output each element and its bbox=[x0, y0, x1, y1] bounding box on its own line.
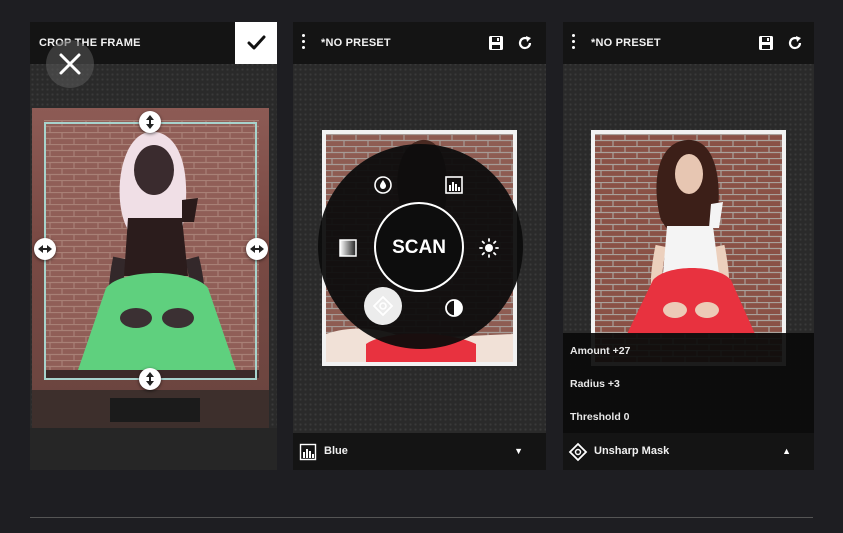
crop-screen: CROP THE FRAME bbox=[30, 22, 277, 470]
crop-bottom-area bbox=[30, 428, 277, 470]
chevron-down-icon[interactable]: ▼ bbox=[514, 446, 523, 456]
crop-frame[interactable] bbox=[44, 122, 257, 380]
check-icon bbox=[247, 35, 266, 50]
preset-title[interactable]: *NO PRESET bbox=[591, 37, 661, 49]
crop-handle-top[interactable] bbox=[139, 111, 161, 133]
refresh-icon[interactable] bbox=[786, 34, 804, 52]
contrast-icon[interactable] bbox=[443, 297, 465, 319]
more-vert-icon[interactable] bbox=[572, 34, 576, 52]
radial-tool-menu: SCAN bbox=[318, 144, 523, 349]
tool-label: Unsharp Mask bbox=[594, 445, 670, 457]
drop-icon[interactable] bbox=[372, 174, 394, 196]
crop-handle-bottom[interactable] bbox=[139, 368, 161, 390]
radius-param[interactable]: Radius +3 bbox=[570, 378, 620, 390]
sharpen-bottom-bar[interactable]: Unsharp Mask ▲ bbox=[563, 433, 814, 470]
resize-horizontal-icon bbox=[38, 245, 52, 253]
sharpen-params-panel: Amount +27 Radius +3 Threshold 0 bbox=[563, 333, 814, 433]
sharpen-screen: *NO PRESET Amount +27 Radius +3 Threshol… bbox=[563, 22, 814, 470]
resize-horizontal-icon bbox=[250, 245, 264, 253]
brightness-icon[interactable] bbox=[478, 237, 500, 259]
sharpen-photo bbox=[591, 130, 786, 366]
scan-screen: *NO PRESET SCAN Blue ▼ bbox=[293, 22, 546, 470]
resize-vertical-icon bbox=[146, 372, 154, 386]
threshold-param[interactable]: Threshold 0 bbox=[570, 411, 630, 423]
crop-handle-right[interactable] bbox=[246, 238, 268, 260]
histogram-icon[interactable] bbox=[443, 174, 465, 196]
close-button[interactable] bbox=[46, 40, 94, 88]
resize-vertical-icon bbox=[146, 115, 154, 129]
save-icon[interactable] bbox=[487, 34, 505, 52]
scan-top-bar: *NO PRESET bbox=[293, 22, 546, 64]
confirm-button[interactable] bbox=[235, 22, 277, 64]
sharpen-photo-image bbox=[595, 134, 782, 362]
scan-button[interactable]: SCAN bbox=[374, 202, 464, 292]
chevron-up-icon[interactable]: ▲ bbox=[782, 446, 791, 456]
crop-handle-left[interactable] bbox=[34, 238, 56, 260]
sharpen-icon bbox=[372, 295, 394, 317]
amount-param[interactable]: Amount +27 bbox=[570, 345, 630, 357]
sharpen-tool-active[interactable] bbox=[364, 287, 402, 325]
sharpen-top-bar: *NO PRESET bbox=[563, 22, 814, 64]
preset-title[interactable]: *NO PRESET bbox=[321, 37, 391, 49]
sharpen-icon bbox=[568, 442, 588, 462]
close-icon bbox=[59, 53, 81, 75]
gradient-icon[interactable] bbox=[337, 237, 359, 259]
scan-label: SCAN bbox=[392, 237, 446, 258]
divider bbox=[30, 517, 813, 518]
channel-label: Blue bbox=[324, 445, 348, 457]
scan-bottom-bar[interactable]: Blue ▼ bbox=[293, 433, 546, 470]
histogram-icon bbox=[299, 443, 317, 461]
save-icon[interactable] bbox=[757, 34, 775, 52]
more-vert-icon[interactable] bbox=[302, 34, 306, 52]
refresh-icon[interactable] bbox=[516, 34, 534, 52]
